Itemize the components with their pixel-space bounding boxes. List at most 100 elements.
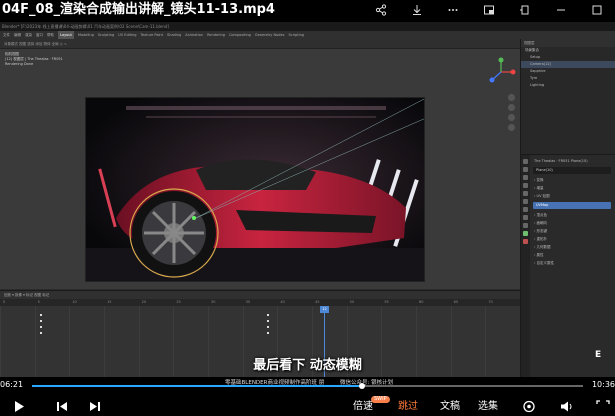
render-tab-icon[interactable] xyxy=(523,167,528,172)
video-subtitle: 最后看下 动态模糊 xyxy=(253,358,362,373)
viewport-overlay-text: 相机视图 (12) 视图层 | The Thealas · FR051 Rend… xyxy=(5,52,63,67)
menu-item[interactable]: Shading xyxy=(167,31,181,39)
menu-item[interactable]: Texture Paint xyxy=(140,31,163,39)
volume-icon[interactable] xyxy=(560,400,574,416)
menu-item[interactable]: 渲染 xyxy=(25,31,32,39)
menu-item[interactable]: Sculpting xyxy=(98,31,114,39)
property-section[interactable]: › 几何数据 xyxy=(531,243,613,251)
property-field[interactable]: UVMap xyxy=(533,202,611,209)
material-tab-icon[interactable] xyxy=(523,239,528,244)
play-icon[interactable] xyxy=(12,400,26,416)
skip-button[interactable]: 跳过 xyxy=(398,400,418,413)
outliner-row[interactable]: 场景集合 xyxy=(521,47,615,54)
menu-item[interactable]: 文件 xyxy=(3,31,10,39)
progress-fill xyxy=(32,385,363,387)
navigation-gizmo[interactable] xyxy=(486,57,516,87)
menu-item[interactable]: 编辑 xyxy=(14,31,21,39)
output-tab-icon[interactable] xyxy=(523,175,528,180)
menu-item[interactable]: 帮助 xyxy=(47,31,54,39)
more-icon[interactable] xyxy=(435,0,471,20)
fullscreen-icon[interactable] xyxy=(596,400,610,416)
property-section[interactable]: › 形态键 xyxy=(531,227,613,235)
property-section[interactable]: The Thealas · FR051 Plane(10) xyxy=(531,157,613,165)
data-tab-icon[interactable] xyxy=(523,231,528,236)
menu-item[interactable]: Geometry Nodes xyxy=(255,31,285,39)
video-title: 04F_08_渲染合成输出讲解_镜头11-13.mp4 xyxy=(2,2,275,17)
danmaku-icon[interactable] xyxy=(522,400,536,416)
view-layer-tab-icon[interactable] xyxy=(523,183,528,188)
3d-viewport[interactable]: 相机视图 (12) 视图层 | The Thealas · FR051 Rend… xyxy=(0,49,520,289)
minimize-icon[interactable] xyxy=(543,0,579,20)
blender-window: Blender* [F:\2023年 线上直播课\04-动画剪辑\01 汽车动画… xyxy=(0,22,615,377)
outliner-header: 视图层 xyxy=(521,39,615,47)
menu-item[interactable]: Modeling xyxy=(78,31,94,39)
zoom-icon[interactable] xyxy=(508,94,515,101)
menu-item[interactable]: Rendering xyxy=(207,31,225,39)
outliner-row[interactable]: Setup xyxy=(521,54,615,61)
property-section[interactable]: › 变换 xyxy=(531,176,613,184)
keyframe-marker[interactable] xyxy=(267,332,269,334)
outliner-row[interactable]: Sapphire xyxy=(521,68,615,75)
previous-icon[interactable] xyxy=(55,400,69,416)
scene-tab-icon[interactable] xyxy=(523,191,528,196)
next-icon[interactable] xyxy=(88,400,102,416)
ruler-tick: 20 xyxy=(141,300,147,304)
modifier-tab-icon[interactable] xyxy=(523,215,528,220)
menu-item[interactable]: UV Editing xyxy=(118,31,136,39)
property-section[interactable]: › 重拓扑 xyxy=(531,235,613,243)
keyframe-marker[interactable] xyxy=(40,320,42,322)
speed-button[interactable]: 倍速 xyxy=(353,400,373,413)
camera-icon[interactable] xyxy=(508,114,515,121)
timeline-header: 回放 ▾ 抠像 ▾ 标记 视图 标记 xyxy=(0,291,520,299)
menu-item[interactable]: Compositing xyxy=(229,31,251,39)
ruler-tick: 25 xyxy=(176,300,181,304)
render-preview xyxy=(85,97,425,282)
share-icon[interactable] xyxy=(363,0,399,20)
perspective-icon[interactable] xyxy=(508,124,515,131)
keyframe-marker[interactable] xyxy=(40,332,42,334)
transcript-button[interactable]: 文稿 xyxy=(440,400,460,413)
property-section[interactable]: › 属性 xyxy=(531,251,613,259)
keyframe-marker[interactable] xyxy=(267,314,269,316)
menu-item[interactable]: 窗口 xyxy=(36,31,43,39)
keyframe-marker[interactable] xyxy=(40,326,42,328)
outliner-row[interactable]: Lighting xyxy=(521,82,615,89)
current-frame-label[interactable]: 12 xyxy=(320,306,329,313)
object-tab-icon[interactable] xyxy=(523,207,528,212)
menu-item[interactable]: Scripting xyxy=(288,31,304,39)
keyframe-marker[interactable] xyxy=(267,326,269,328)
property-section[interactable]: › 增量 xyxy=(531,184,613,192)
ruler-tick: 5 xyxy=(37,300,40,304)
property-section[interactable]: › 顶点色 xyxy=(531,211,613,219)
keyframe-marker[interactable] xyxy=(40,314,42,316)
viewport-nav-tools xyxy=(508,94,516,131)
menu-item[interactable]: Layout xyxy=(58,31,74,39)
pan-icon[interactable] xyxy=(508,104,515,111)
property-field[interactable]: Plane(10) xyxy=(533,167,611,174)
outliner-row[interactable]: Tyre xyxy=(521,75,615,82)
timeline-ruler[interactable]: 0 5 10 15 20 25 30 35 40 45 50 55 60 65 70 xyxy=(0,299,520,306)
keyframe-marker[interactable] xyxy=(267,320,269,322)
ruler-tick: 35 xyxy=(245,300,251,304)
physics-tab-icon[interactable] xyxy=(523,223,528,228)
ruler-tick: 70 xyxy=(488,300,493,304)
progress-bar[interactable] xyxy=(32,383,583,389)
ruler-tick: 10 xyxy=(72,300,77,304)
overlay-line: Rendering Done xyxy=(5,62,34,66)
property-section[interactable]: › 面朝向 xyxy=(531,219,613,227)
progress-handle[interactable] xyxy=(359,383,366,389)
car-render-image xyxy=(86,98,424,281)
tool-tab-icon[interactable] xyxy=(523,159,528,164)
speed-badge: SWIP xyxy=(371,396,390,403)
properties-panel: The Thealas · FR051 Plane(10) Plane(10) › … xyxy=(520,154,615,377)
maximize-icon[interactable] xyxy=(579,0,615,20)
menu-item[interactable]: Animation xyxy=(185,31,203,39)
outliner-row[interactable]: Camera(12) xyxy=(521,61,615,68)
rotate-icon[interactable] xyxy=(507,0,543,20)
episodes-button[interactable]: 选集 xyxy=(478,400,498,413)
property-section[interactable]: › UV 贴图 xyxy=(531,192,613,200)
property-section[interactable]: › 自定义属性 xyxy=(531,259,613,267)
pip-icon[interactable] xyxy=(471,0,507,20)
download-icon[interactable] xyxy=(399,0,435,20)
world-tab-icon[interactable] xyxy=(523,199,528,204)
